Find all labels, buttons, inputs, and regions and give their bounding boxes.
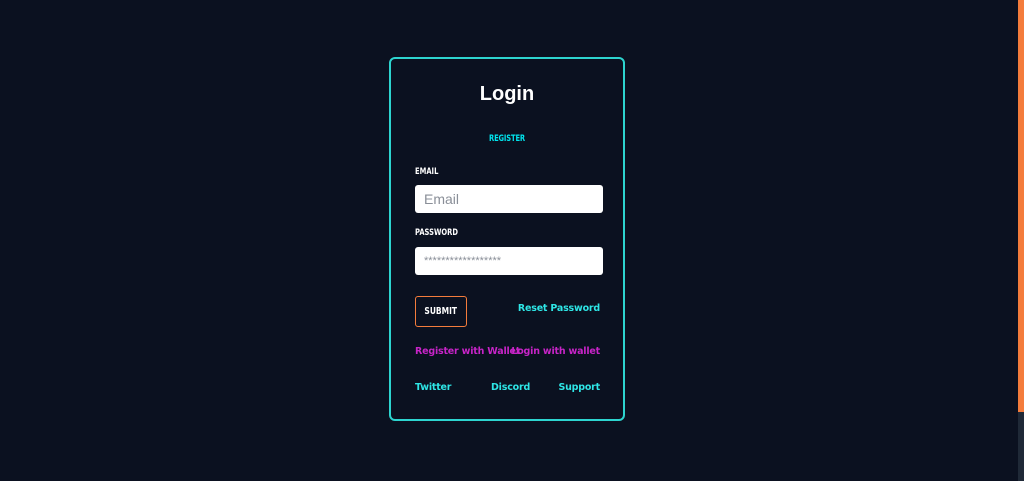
login-card: Login Register Email Password Submit Res…	[389, 57, 625, 421]
submit-button-label: Submit	[424, 306, 458, 317]
scrollbar-track[interactable]	[1018, 0, 1024, 481]
register-with-wallet-link[interactable]: Register with Wallet	[415, 346, 520, 357]
twitter-link[interactable]: Twitter	[415, 382, 451, 393]
login-title: Login	[479, 83, 535, 105]
page: Login Register Email Password Submit Res…	[0, 0, 1024, 481]
scrollbar-thumb[interactable]	[1018, 0, 1024, 412]
email-input[interactable]	[415, 185, 603, 213]
support-link[interactable]: Support	[558, 382, 600, 393]
email-label: Email	[415, 167, 439, 177]
reset-password-link[interactable]: Reset Password	[518, 303, 600, 314]
password-label: Password	[415, 228, 458, 238]
register-link[interactable]: Register	[420, 134, 594, 144]
submit-button[interactable]: Submit	[415, 296, 467, 327]
discord-link[interactable]: Discord	[491, 382, 530, 393]
password-input[interactable]	[415, 247, 603, 275]
login-with-wallet-link[interactable]: Login with wallet	[511, 346, 600, 357]
